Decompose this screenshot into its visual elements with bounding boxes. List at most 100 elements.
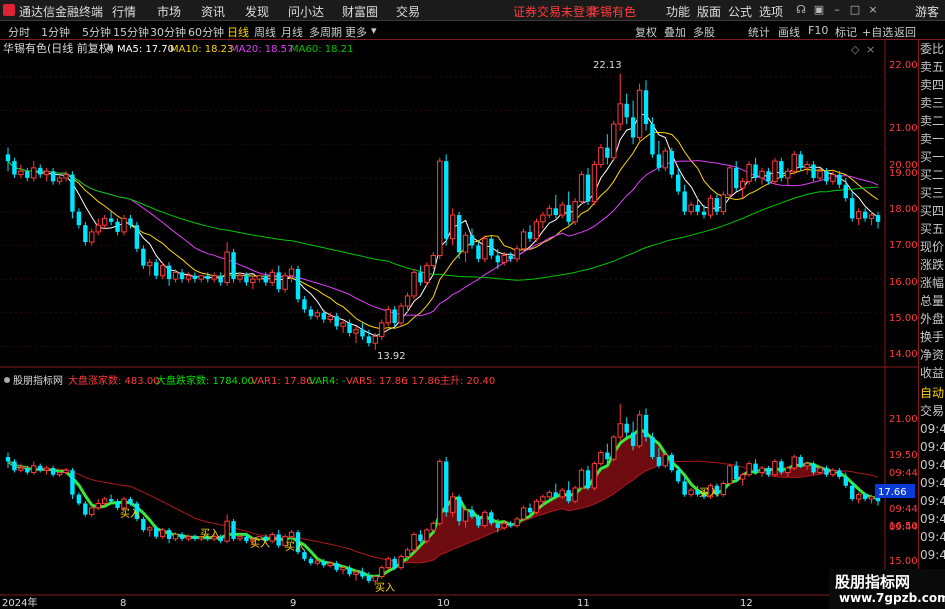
headset-icon[interactable]: ☊ [794, 3, 808, 17]
sub-candle[interactable] [237, 536, 243, 540]
main-candle[interactable] [753, 164, 758, 178]
side-item[interactable]: 买二 [920, 166, 945, 184]
menu-discover[interactable]: 发现 [245, 3, 269, 20]
main-candle[interactable] [70, 174, 75, 212]
sub-candle[interactable] [772, 460, 778, 476]
sub-candle[interactable] [791, 456, 797, 469]
sub-candle[interactable] [669, 454, 674, 471]
tab-more[interactable]: 更多 [345, 24, 367, 40]
sub-candle[interactable] [224, 520, 230, 542]
main-candle[interactable] [218, 275, 223, 283]
main-candle[interactable] [12, 161, 17, 175]
sub-candle[interactable] [340, 567, 346, 571]
sub-candle[interactable] [734, 465, 739, 480]
sub-candle[interactable] [566, 490, 571, 502]
main-candle[interactable] [605, 147, 610, 158]
sub-candle[interactable] [166, 530, 172, 539]
side-item[interactable]: 卖一 [920, 130, 945, 148]
settings-dot-icon[interactable] [107, 45, 113, 51]
main-candle[interactable] [540, 214, 546, 223]
sub-settings-dot-icon[interactable] [4, 377, 10, 383]
sub-candle[interactable] [5, 456, 11, 462]
minimize-icon[interactable]: – [830, 3, 844, 17]
main-candle[interactable] [166, 265, 172, 280]
main-candle[interactable] [508, 255, 513, 259]
side-item[interactable]: 现价 [920, 238, 945, 256]
main-candle[interactable] [179, 272, 185, 280]
sub-candle[interactable] [154, 527, 159, 537]
sub-candle[interactable] [327, 562, 333, 566]
main-candle[interactable] [237, 275, 243, 280]
toolbar-adjust[interactable]: 复权 [635, 24, 657, 40]
sub-candle[interactable] [766, 468, 771, 475]
main-candle[interactable] [482, 238, 488, 260]
main-candle[interactable] [288, 268, 295, 277]
sub-candle[interactable] [591, 463, 598, 489]
sub-candle[interactable] [817, 467, 823, 473]
sub-candle[interactable] [650, 437, 655, 457]
main-candle[interactable] [282, 275, 288, 290]
sub-candle[interactable] [553, 492, 558, 497]
sub-candle[interactable] [244, 536, 249, 542]
main-candle[interactable] [385, 308, 391, 324]
main-candle[interactable] [701, 211, 707, 216]
sub-candle[interactable] [147, 527, 153, 531]
sub-candle[interactable] [128, 499, 133, 504]
sub-candle[interactable] [231, 521, 236, 539]
main-candle[interactable] [398, 305, 404, 324]
main-candle[interactable] [682, 191, 687, 212]
main-candle[interactable] [520, 231, 527, 250]
sub-candle[interactable] [688, 489, 694, 496]
sub-candle[interactable] [514, 518, 520, 527]
sub-candle[interactable] [424, 529, 430, 542]
main-candle[interactable] [321, 312, 326, 320]
main-candle[interactable] [591, 163, 598, 203]
main-candle[interactable] [585, 174, 591, 202]
sub-candle[interactable] [727, 465, 733, 485]
main-candle[interactable] [250, 278, 256, 283]
main-candle[interactable] [624, 103, 629, 118]
kline-chart[interactable]: 华锡有色(日线 前复权) MA5: 17.70 MA10: 18.23 MA20… [0, 40, 918, 609]
main-candle[interactable] [746, 163, 752, 182]
sub-candle[interactable] [12, 461, 17, 471]
menu-wealth-circle[interactable]: 财富圈 [342, 3, 378, 20]
main-candle[interactable] [791, 153, 797, 172]
menu-news[interactable]: 资讯 [201, 3, 225, 20]
side-item[interactable]: 买五 [920, 220, 945, 238]
side-item[interactable]: 委比 [920, 40, 945, 58]
sub-candle[interactable] [533, 500, 540, 513]
main-candle[interactable] [862, 211, 868, 219]
menu-formula[interactable]: 公式 [728, 3, 752, 20]
main-candle[interactable] [611, 123, 617, 159]
main-candle[interactable] [115, 221, 120, 232]
sub-candle[interactable] [101, 498, 108, 504]
main-candle[interactable] [185, 275, 192, 280]
sub-candle[interactable] [76, 494, 82, 504]
main-candle[interactable] [785, 170, 791, 179]
main-candle[interactable] [172, 271, 179, 280]
sub-candle[interactable] [469, 510, 475, 517]
sub-candle[interactable] [501, 522, 507, 529]
main-candle[interactable] [334, 316, 339, 327]
main-candle[interactable] [779, 161, 784, 178]
menu-trade[interactable]: 交易 [396, 3, 420, 20]
sub-candle[interactable] [656, 456, 662, 466]
sub-candle[interactable] [366, 576, 372, 581]
side-item[interactable]: 买三 [920, 184, 945, 202]
sub-candle[interactable] [489, 512, 494, 524]
menu-market[interactable]: 市场 [157, 3, 181, 20]
main-candle[interactable] [772, 160, 778, 182]
main-candle[interactable] [598, 147, 604, 165]
main-candle[interactable] [676, 174, 681, 192]
sub-candle[interactable] [360, 572, 365, 577]
main-candle[interactable] [739, 180, 746, 189]
main-candle[interactable] [147, 261, 153, 267]
sub-candle[interactable] [824, 468, 829, 475]
main-candle[interactable] [501, 255, 507, 263]
sub-candle[interactable] [321, 561, 326, 566]
main-candle[interactable] [578, 174, 585, 203]
main-candle[interactable] [514, 248, 520, 260]
main-candle[interactable] [141, 248, 146, 266]
main-candle[interactable] [269, 271, 275, 283]
side-item-auto[interactable]: 自动 [920, 384, 945, 402]
